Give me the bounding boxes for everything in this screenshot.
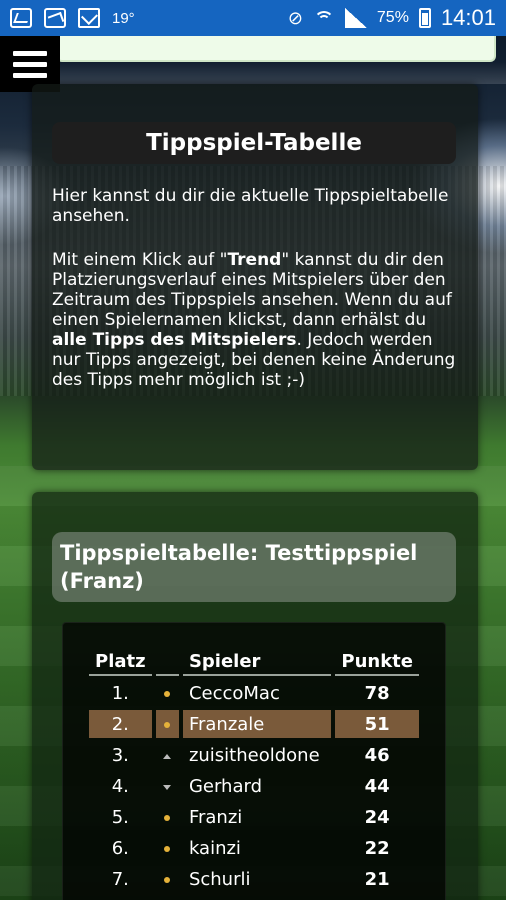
signal-icon — [344, 8, 367, 28]
notice-strip — [56, 36, 496, 62]
player-name-link[interactable]: Franzi — [183, 803, 331, 831]
all-tips-keyword: alle Tipps des Mitspielers — [52, 330, 297, 350]
trend-same-icon — [164, 815, 171, 821]
table-row[interactable]: 3. zuisitheoldone 46 — [89, 741, 419, 769]
table-row[interactable]: 1. CeccoMac 78 — [89, 679, 419, 707]
table-row[interactable]: 5. Franzi 24 — [89, 803, 419, 831]
info-panel: Tippspiel-Tabelle Hier kannst du dir die… — [32, 84, 478, 470]
trend-up-icon — [163, 754, 172, 759]
table-row[interactable]: 2. Franzale 51 — [89, 710, 419, 738]
trend-same-icon — [164, 691, 171, 697]
top-band — [56, 62, 506, 84]
trend-down-icon — [163, 785, 172, 790]
table-row[interactable]: 6. kainzi 22 — [89, 834, 419, 862]
rank-cell: 2. — [89, 710, 152, 738]
wifi-icon — [313, 9, 335, 27]
intro-text: Hier kannst du dir die aktuelle Tippspie… — [52, 186, 449, 226]
hamburger-icon-bar — [13, 61, 47, 67]
para-text: Mit einem Klick auf " — [52, 250, 228, 270]
gallery-icon — [10, 8, 32, 28]
trend-button[interactable] — [156, 741, 179, 769]
hamburger-icon-bar — [13, 50, 47, 56]
trend-same-icon — [164, 846, 171, 852]
player-name-link[interactable]: Franzale — [182, 710, 332, 738]
trend-explanation: Mit einem Klick auf "Trend" kannst du di… — [52, 250, 462, 390]
col-header-spieler: Spieler — [182, 648, 332, 676]
mail-icon — [78, 8, 100, 28]
rank-cell: 7. — [111, 868, 129, 890]
points-cell: 21 — [364, 868, 390, 890]
player-name-link[interactable]: CeccoMac — [183, 679, 331, 707]
standings-table-container: Platz Spieler Punkte 1. CeccoMac 78 2. Franz… — [62, 622, 446, 900]
hamburger-icon-bar — [13, 72, 47, 78]
points-cell: 51 — [335, 710, 419, 738]
page-title: Tippspiel-Tabelle — [52, 122, 456, 164]
standings-panel: Tippspieltabelle: Testtippspiel (Franz) … — [32, 492, 478, 900]
table-row[interactable]: 4. Gerhard 44 — [89, 772, 419, 800]
points-cell: 22 — [364, 837, 390, 859]
points-cell: 46 — [364, 744, 390, 766]
standings-table: Platz Spieler Punkte 1. CeccoMac 78 2. Franz… — [85, 645, 423, 896]
col-header-punkte: Punkte — [335, 648, 419, 676]
trend-button[interactable] — [156, 679, 179, 707]
battery-percent: 75% — [376, 9, 409, 26]
points-cell: 78 — [364, 682, 390, 704]
trend-keyword: Trend — [227, 250, 282, 270]
table-row[interactable]: 7. Schurli 21 — [89, 865, 419, 893]
trend-button[interactable] — [156, 803, 179, 831]
points-cell: 44 — [364, 775, 390, 797]
rank-cell: 4. — [111, 775, 129, 797]
trend-same-icon — [164, 877, 171, 883]
player-name-link[interactable]: Schurli — [183, 865, 331, 893]
status-bar: 19° ⊘ 75% 14:01 — [0, 0, 506, 36]
clock: 14:01 — [440, 5, 496, 30]
points-cell: 24 — [364, 806, 390, 828]
mute-icon: ⊘ — [287, 7, 303, 28]
trend-button[interactable] — [156, 772, 179, 800]
rank-cell: 3. — [111, 744, 129, 766]
rank-cell: 5. — [111, 806, 129, 828]
battery-icon — [418, 8, 431, 28]
player-name-link[interactable]: kainzi — [183, 834, 331, 862]
trend-button[interactable] — [155, 710, 179, 738]
rank-cell: 1. — [111, 682, 129, 704]
trend-button[interactable] — [156, 865, 179, 893]
player-name-link[interactable]: zuisitheoldone — [183, 741, 331, 769]
trend-button[interactable] — [156, 834, 179, 862]
trend-same-icon — [164, 722, 171, 728]
temperature: 19° — [112, 9, 135, 27]
rank-cell: 6. — [111, 837, 129, 859]
standings-title: Tippspieltabelle: Testtippspiel (Franz) — [52, 532, 456, 602]
player-name-link[interactable]: Gerhard — [183, 772, 331, 800]
col-header-platz: Platz — [89, 648, 152, 676]
chart-app-icon — [44, 8, 66, 28]
table-header-row: Platz Spieler Punkte — [89, 648, 419, 676]
col-header-trend — [155, 648, 179, 676]
